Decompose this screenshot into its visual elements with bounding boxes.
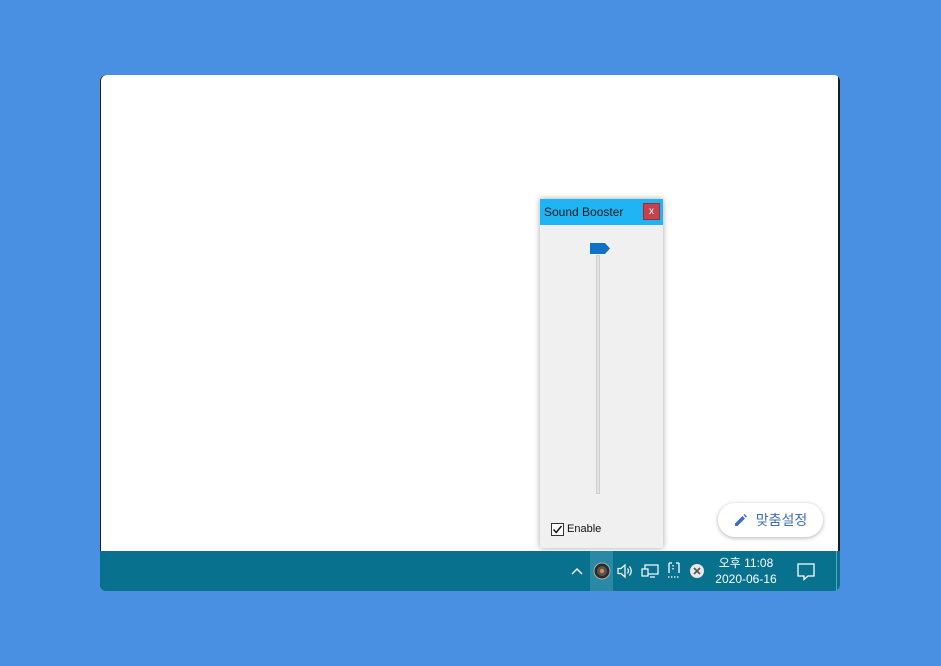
speaker-icon[interactable]: [616, 561, 636, 581]
chevron-up-icon[interactable]: [567, 561, 587, 581]
customize-label: 맞춤설정: [755, 513, 808, 529]
clock[interactable]: 오후 11:08 2020-06-16: [706, 555, 786, 587]
pencil-icon: [734, 514, 747, 526]
checkbox-box[interactable]: [551, 522, 564, 536]
sound-booster-window: Sound Booster x Enable: [540, 199, 663, 548]
device-icon[interactable]: [664, 561, 684, 581]
clock-date: 2020-06-16: [715, 572, 777, 586]
sound-booster-tray-icon[interactable]: [592, 561, 612, 581]
volume-slider-track[interactable]: [596, 255, 600, 494]
close-circle-icon[interactable]: [687, 561, 707, 581]
show-desktop-divider[interactable]: [836, 551, 837, 591]
enable-checkbox[interactable]: Enable: [551, 522, 601, 536]
customize-button[interactable]: 맞춤설정: [718, 503, 823, 537]
volume-slider-thumb[interactable]: [590, 243, 610, 254]
network-icon[interactable]: [640, 561, 660, 581]
desktop-screen: Sound Booster x Enable 맞춤설정 오후 11:08 202…: [100, 75, 840, 591]
enable-label: Enable: [567, 523, 602, 535]
sound-booster-titlebar: Sound Booster x: [540, 199, 663, 225]
clock-time: 오후 11:08: [718, 556, 774, 570]
sound-booster-title: Sound Booster: [544, 205, 624, 219]
check-icon: [552, 525, 563, 534]
close-button[interactable]: x: [643, 203, 660, 220]
notification-icon[interactable]: [796, 561, 818, 583]
screen-edge: [838, 75, 840, 551]
taskbar: 오후 11:08 2020-06-16: [100, 551, 840, 591]
